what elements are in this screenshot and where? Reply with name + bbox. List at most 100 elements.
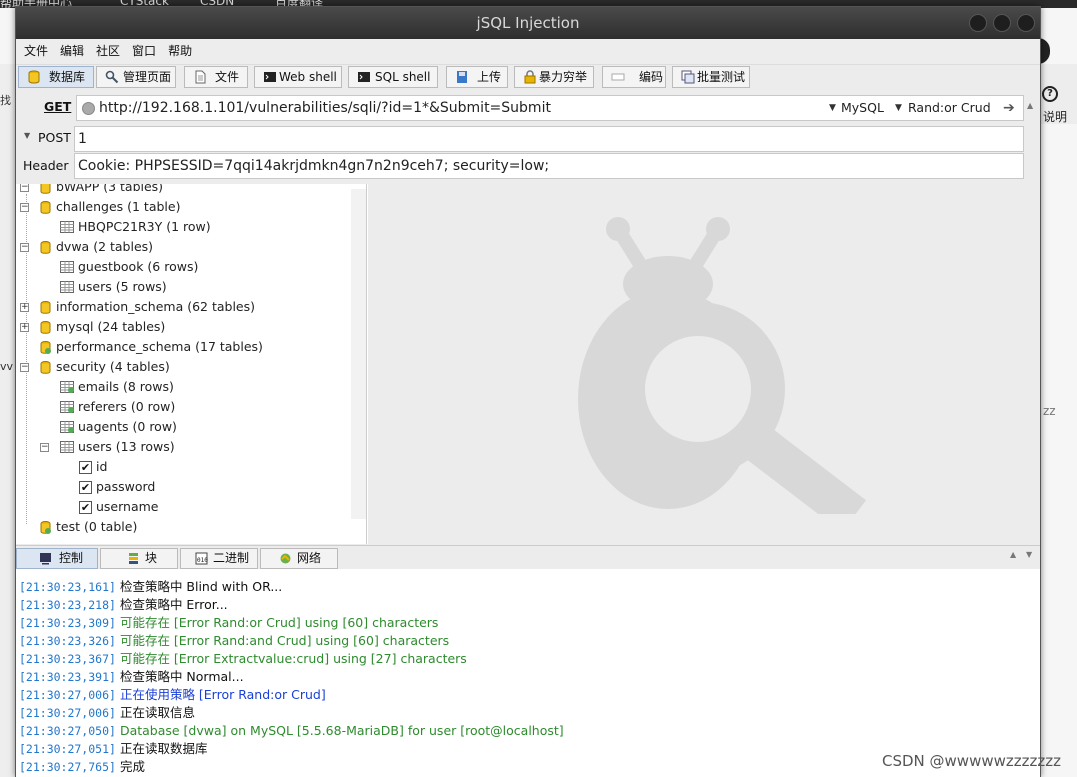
help-icon[interactable]: ?	[1042, 86, 1058, 102]
chunk-icon	[129, 553, 138, 564]
tab-web-shell[interactable]: Web shell	[254, 66, 342, 88]
method-post-label[interactable]: POST	[38, 130, 71, 145]
collapse-up-icon[interactable]: ▲	[1010, 550, 1016, 559]
tree-column-node[interactable]: password	[96, 477, 155, 497]
tab-network[interactable]: 网络	[260, 548, 338, 569]
tree-database-node[interactable]: challenges (1 table)	[56, 197, 180, 217]
tab-binary[interactable]: 010 二进制	[180, 548, 258, 569]
strategy-select[interactable]: Rand:or Crud	[908, 96, 991, 120]
tree-table-node[interactable]: HBQPC21R3Y (1 row)	[78, 217, 211, 237]
tree-table-node[interactable]: uagents (0 row)	[78, 417, 177, 437]
tab-label: 块	[145, 551, 158, 565]
tab-label: 网络	[297, 551, 322, 565]
tree-database-node[interactable]: security (4 tables)	[56, 357, 170, 377]
main-split-pane: − bWAPP (3 tables) − challenges (1 table) HB…	[16, 184, 1040, 544]
table-icon	[60, 421, 74, 433]
tab-database[interactable]: 数据库	[18, 66, 94, 88]
collapse-node-icon[interactable]: −	[20, 363, 29, 372]
tree-table-node[interactable]: referers (0 row)	[78, 397, 175, 417]
tree-database-node[interactable]: test (0 table)	[56, 517, 137, 537]
console-message: 正在读取数据库	[119, 741, 208, 756]
column-checkbox[interactable]: ✔	[79, 501, 92, 514]
database-icon	[40, 201, 51, 214]
tab-batch-test[interactable]: 批量测试	[672, 66, 750, 88]
console-message: 可能存在 [Error Rand:or Crud] using [60] cha…	[119, 615, 439, 630]
tree-table-node[interactable]: users (5 rows)	[78, 277, 167, 297]
header-label: Header	[23, 158, 69, 173]
tree-table-node[interactable]: emails (8 rows)	[78, 377, 174, 397]
header-input[interactable]: Cookie: PHPSESSID=7qqi14akrjdmkn4gn7n2n9…	[74, 153, 1024, 179]
expand-node-icon[interactable]: +	[20, 323, 29, 332]
console-line: [21:30:27,006] 正在读取信息	[19, 704, 195, 722]
svg-text:010: 010	[197, 557, 208, 564]
column-checkbox[interactable]: ✔	[79, 461, 92, 474]
tab-brute-force[interactable]: 暴力穷举	[514, 66, 594, 88]
tab-sql-shell[interactable]: SQL shell	[348, 66, 438, 88]
tab-encoding[interactable]: 编码	[602, 66, 666, 88]
terminal-icon	[264, 72, 276, 82]
collapse-node-icon[interactable]: −	[40, 443, 49, 452]
window-titlebar[interactable]: jSQL Injection	[16, 7, 1040, 39]
console-message: 完成	[119, 759, 145, 774]
tree-table-node[interactable]: users (13 rows)	[78, 437, 175, 457]
post-value: 1	[78, 131, 87, 147]
collapse-up-icon[interactable]: ▲	[1027, 101, 1033, 110]
table-icon	[60, 381, 74, 393]
tab-console[interactable]: 控制	[16, 548, 98, 569]
console-line: [21:30:23,391] 检查策略中 Normal...	[19, 668, 244, 686]
tree-column-node[interactable]: id	[96, 457, 107, 477]
menu-bar: 文件 编辑 社区 窗口 帮助	[16, 39, 1040, 65]
url-input[interactable]: http://192.168.1.101/vulnerabilities/sql…	[76, 95, 1024, 121]
maximize-button[interactable]	[993, 14, 1011, 32]
expand-post-icon[interactable]: ▼	[24, 131, 30, 140]
arrow-right-icon[interactable]: ➔	[1003, 96, 1015, 120]
menu-window[interactable]: 窗口	[126, 39, 162, 63]
expand-node-icon[interactable]: +	[20, 303, 29, 312]
tab-upload[interactable]: 上传	[446, 66, 508, 88]
collapse-node-icon[interactable]: −	[20, 203, 29, 212]
tree-column-node[interactable]: username	[96, 497, 159, 517]
chevron-down-icon[interactable]: ▼	[895, 96, 902, 120]
table-icon	[60, 281, 74, 293]
tree-scrollbar[interactable]	[351, 189, 366, 519]
table-icon	[60, 221, 74, 233]
menu-file[interactable]: 文件	[18, 39, 54, 63]
tree-table-node[interactable]: guestbook (6 rows)	[78, 257, 198, 277]
collapse-node-icon[interactable]: −	[20, 243, 29, 252]
chevron-down-icon[interactable]: ▼	[829, 96, 836, 120]
tab-chunk[interactable]: 块	[100, 548, 178, 569]
method-get-label[interactable]: GET	[44, 99, 71, 114]
tree-database-node[interactable]: performance_schema (17 tables)	[56, 337, 263, 357]
menu-help[interactable]: 帮助	[162, 39, 198, 63]
post-input[interactable]: 1	[74, 126, 1024, 152]
console-message: 检查策略中 Normal...	[119, 669, 244, 684]
menu-edit[interactable]: 编辑	[54, 39, 90, 63]
database-icon	[40, 241, 51, 254]
minimize-button[interactable]	[969, 14, 987, 32]
console-line: [21:30:23,161] 检查策略中 Blind with OR...	[19, 578, 282, 596]
collapse-node-icon[interactable]: −	[20, 184, 29, 192]
tree-database-node[interactable]: mysql (24 tables)	[56, 317, 165, 337]
close-button[interactable]	[1017, 14, 1035, 32]
tab-admin-page[interactable]: 管理页面	[96, 66, 176, 88]
menu-community[interactable]: 社区	[90, 39, 126, 63]
tab-label: 控制	[59, 551, 84, 565]
table-icon	[60, 441, 74, 453]
console-message: 检查策略中 Error...	[119, 597, 228, 612]
database-select[interactable]: MySQL	[841, 96, 884, 120]
database-icon	[40, 361, 51, 374]
tab-file[interactable]: 文件	[184, 66, 248, 88]
split-divider[interactable]	[366, 184, 367, 544]
upload-icon	[457, 71, 467, 83]
tab-label: 数据库	[49, 70, 86, 84]
tree-database-node[interactable]: bWAPP (3 tables)	[56, 184, 163, 197]
console-timestamp: [21:30:27,765]	[19, 760, 116, 774]
console-timestamp: [21:30:23,326]	[19, 634, 116, 648]
collapse-down-icon[interactable]: ▼	[1026, 550, 1032, 559]
tab-label: 二进制	[213, 551, 250, 565]
bottom-tabs: 控制 块 010 二进制 网络 ▲ ▼	[16, 545, 1040, 569]
column-checkbox[interactable]: ✔	[79, 481, 92, 494]
console-line: [21:30:27,006] 正在使用策略 [Error Rand:or Crud…	[19, 686, 326, 704]
tree-database-node[interactable]: dvwa (2 tables)	[56, 237, 153, 257]
tree-database-node[interactable]: information_schema (62 tables)	[56, 297, 255, 317]
